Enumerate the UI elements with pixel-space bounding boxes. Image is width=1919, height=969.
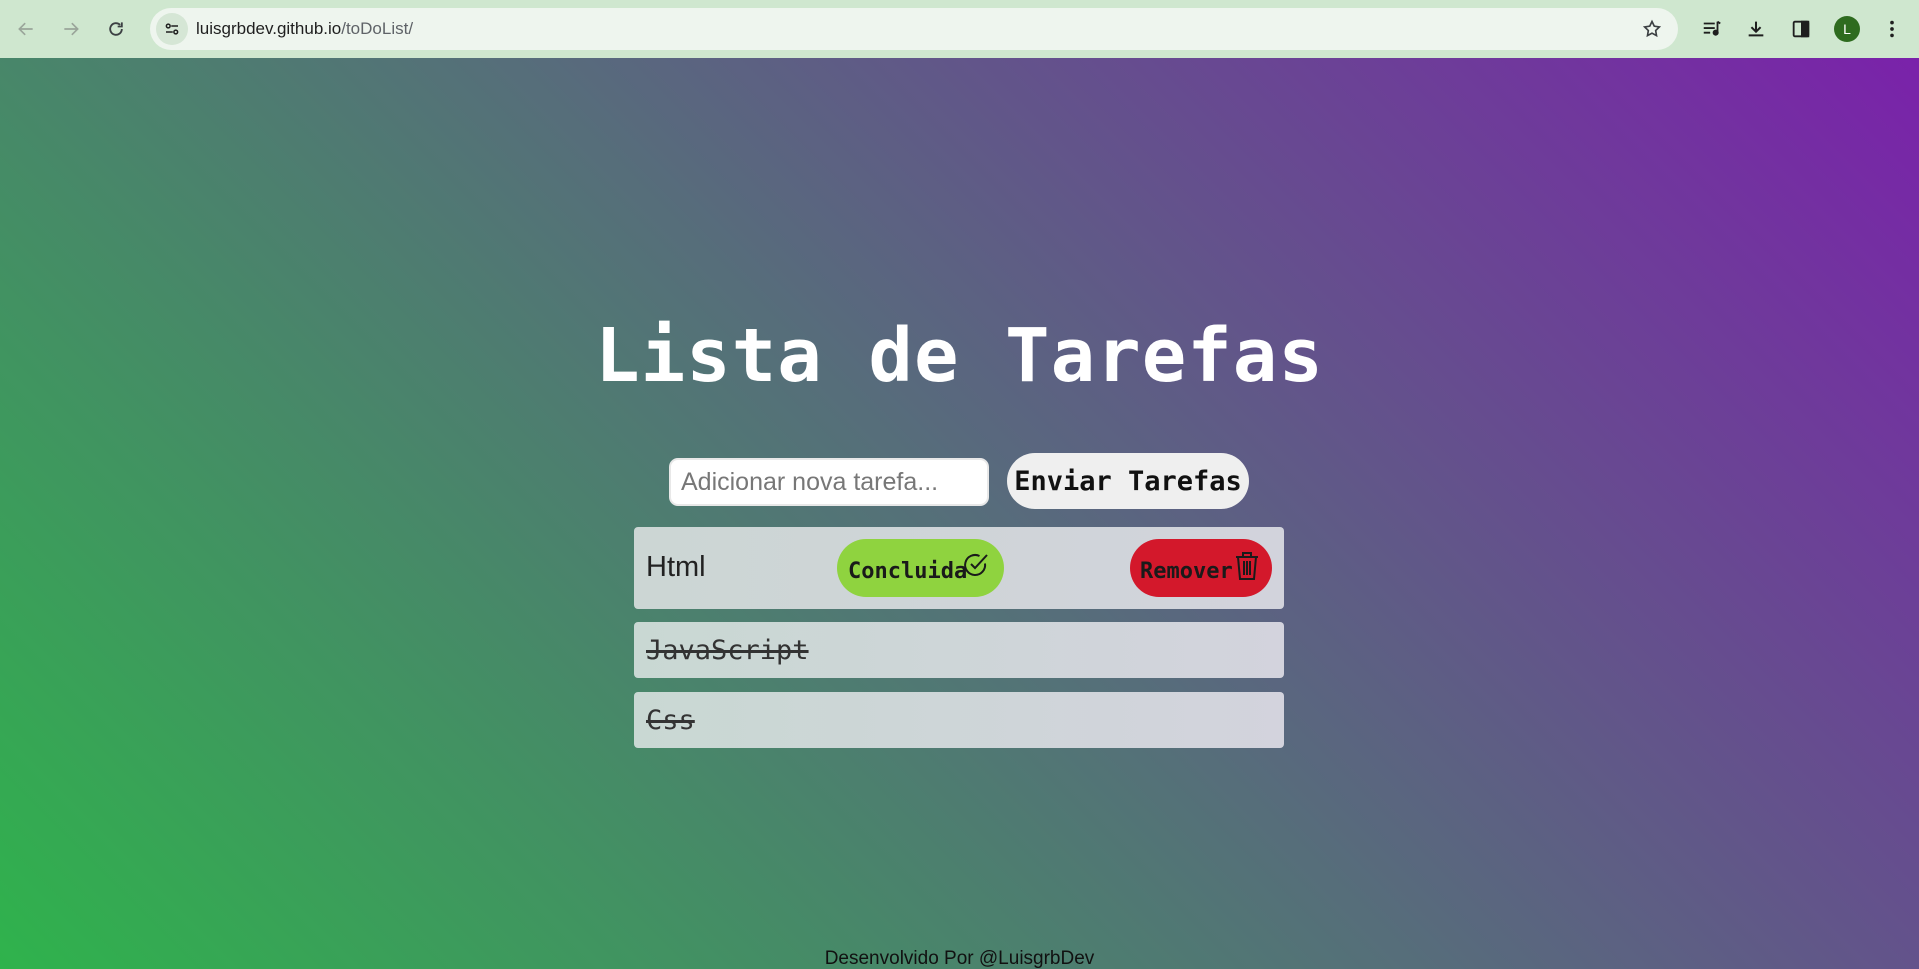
new-task-input[interactable]: [669, 458, 989, 506]
task-item-completed: JavaScript: [634, 622, 1284, 678]
reload-icon[interactable]: [100, 13, 132, 45]
task-name: Html: [646, 551, 706, 583]
star-icon[interactable]: [1640, 17, 1664, 41]
profile-avatar[interactable]: L: [1834, 16, 1860, 42]
address-bar[interactable]: luisgrbdev.github.io/toDoList/: [150, 8, 1678, 50]
complete-label: Concluida: [848, 559, 968, 584]
check-circle-icon: [964, 554, 988, 576]
task-item-completed: Css: [634, 692, 1284, 748]
download-icon[interactable]: [1740, 13, 1772, 45]
task-name: JavaScript: [646, 635, 809, 666]
complete-task-button[interactable]: Concluida: [837, 539, 1004, 597]
send-tasks-button[interactable]: Enviar Tarefas: [1007, 453, 1249, 509]
side-panel-icon[interactable]: [1785, 13, 1817, 45]
trash-icon: [1236, 552, 1258, 580]
task-name: Css: [646, 705, 695, 736]
page-body: Lista de Tarefas Enviar Tarefas Html Con…: [0, 58, 1919, 969]
url-text[interactable]: luisgrbdev.github.io/toDoList/: [196, 19, 413, 39]
remove-task-button[interactable]: Remover: [1130, 539, 1272, 597]
menu-icon[interactable]: [1876, 13, 1908, 45]
back-icon[interactable]: [10, 13, 42, 45]
footer-credit: Desenvolvido Por @LuisgrbDev: [824, 948, 1095, 969]
task-item: Html Concluida Remover: [634, 527, 1284, 609]
url-host: luisgrbdev.github.io: [196, 19, 342, 38]
site-info-icon[interactable]: [156, 13, 188, 45]
forward-icon[interactable]: [55, 13, 87, 45]
remove-label: Remover: [1140, 559, 1233, 584]
media-icon[interactable]: [1696, 13, 1728, 45]
page-title: Lista de Tarefas: [595, 313, 1324, 399]
browser-toolbar: luisgrbdev.github.io/toDoList/ L: [0, 0, 1919, 58]
url-path: /toDoList/: [341, 19, 414, 38]
